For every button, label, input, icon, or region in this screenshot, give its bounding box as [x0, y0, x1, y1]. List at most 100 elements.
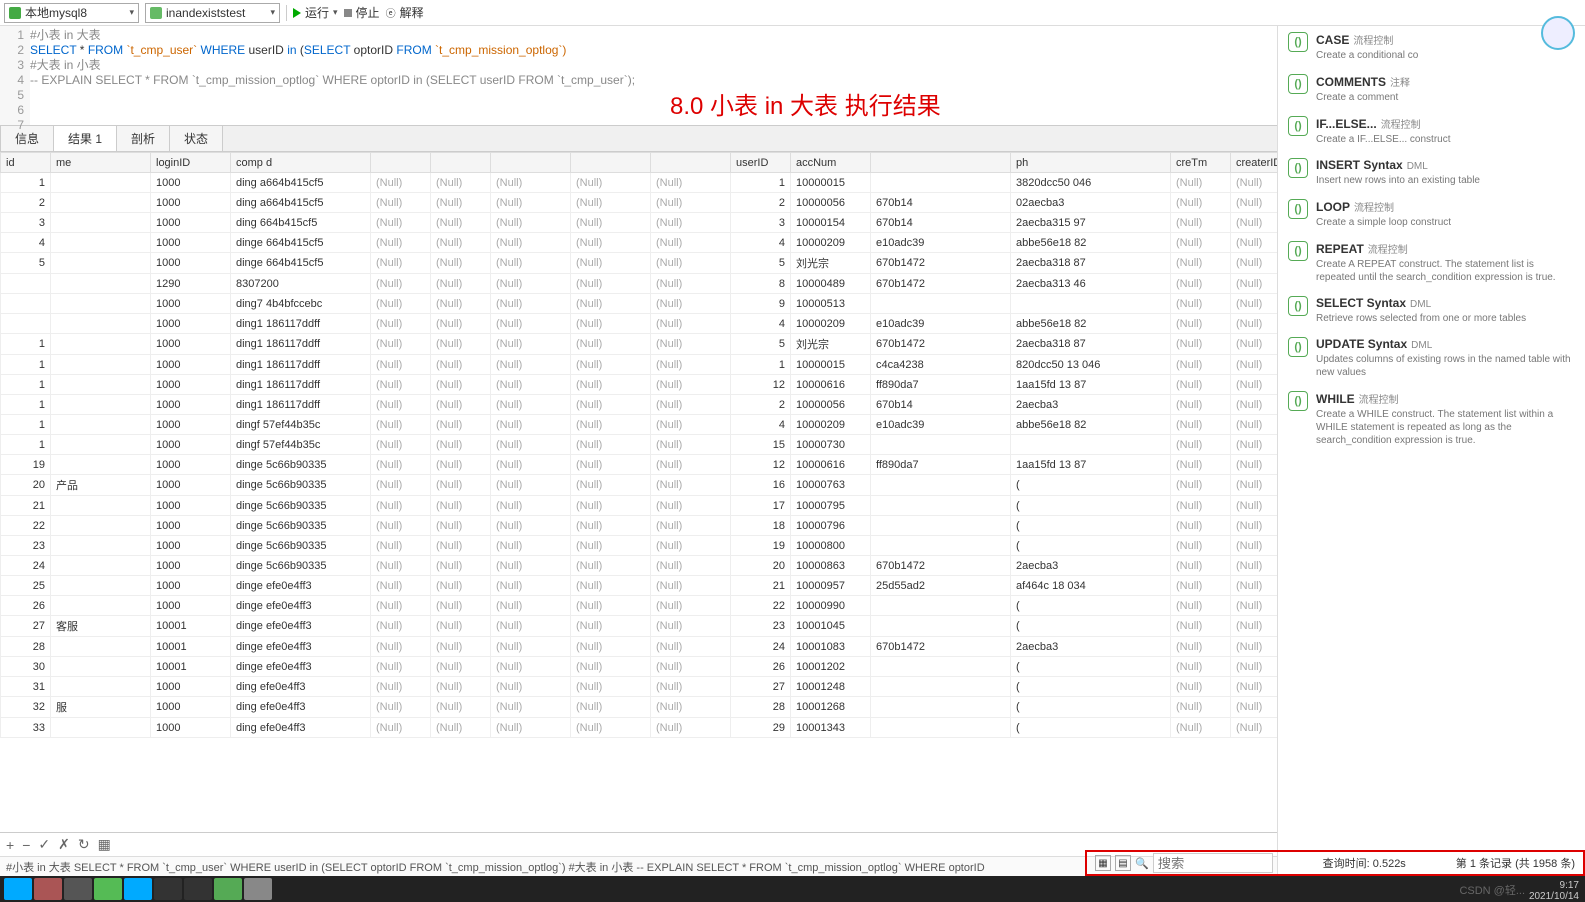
snippet-desc: Create a IF...ELSE... construct: [1316, 133, 1451, 146]
table-row[interactable]: 11000ding1 186117ddff (Null)(Null)(Null)…: [1, 334, 1278, 355]
tab-profile[interactable]: 剖析: [116, 125, 170, 151]
run-button[interactable]: 运行▾: [293, 4, 338, 21]
sql-editor[interactable]: 1234567 #小表 in 大表SELECT * FROM `t_cmp_us…: [0, 26, 1277, 126]
snippet-desc: Retrieve rows selected from one or more …: [1316, 312, 1526, 325]
code-icon: (): [1288, 296, 1308, 316]
table-row[interactable]: 2810001dinge efe0e4ff3 (Null)(Null)(Null…: [1, 637, 1278, 657]
snippet-item[interactable]: () WHILE流程控制 Create a WHILE construct. T…: [1288, 391, 1575, 447]
column-header[interactable]: ph: [1011, 153, 1171, 173]
start-button[interactable]: [4, 878, 32, 900]
search-input[interactable]: [1153, 853, 1273, 873]
server-icon: [9, 7, 21, 19]
snippet-item[interactable]: () COMMENTS注释 Create a comment: [1288, 74, 1575, 104]
snippet-item[interactable]: () UPDATE SyntaxDML Updates columns of e…: [1288, 337, 1575, 379]
table-row[interactable]: 11000dingf 57ef44b35c (Null)(Null)(Null)…: [1, 415, 1278, 435]
taskbar-app[interactable]: [244, 878, 272, 900]
add-row-button[interactable]: +: [6, 837, 14, 853]
snippet-desc: Create a conditional co: [1316, 49, 1418, 62]
table-row[interactable]: 1000ding7 4b4bfccebc (Null)(Null)(Null)(…: [1, 294, 1278, 314]
table-row[interactable]: 211000dinge 5c66b90335 (Null)(Null)(Null…: [1, 496, 1278, 516]
column-header[interactable]: [651, 153, 731, 173]
column-header[interactable]: [571, 153, 651, 173]
table-row[interactable]: 331000ding efe0e4ff3 (Null)(Null)(Null)(…: [1, 718, 1278, 738]
explain-button[interactable]: ⓔ解释: [386, 4, 424, 21]
snippet-item[interactable]: () SELECT SyntaxDML Retrieve rows select…: [1288, 296, 1575, 325]
apply-button[interactable]: ✓: [38, 836, 50, 853]
table-row[interactable]: 11000ding a664b415cf5 (Null)(Null)(Null)…: [1, 173, 1278, 193]
stop-button[interactable]: 停止: [344, 4, 380, 21]
table-row[interactable]: 20产品1000dinge 5c66b90335 (Null)(Null)(Nu…: [1, 475, 1278, 496]
line-gutter: 1234567: [0, 26, 30, 125]
search-icon: 🔍: [1135, 857, 1149, 870]
column-header[interactable]: creTm: [1171, 153, 1231, 173]
snippet-title: UPDATE Syntax: [1316, 337, 1407, 351]
delete-row-button[interactable]: −: [22, 837, 30, 853]
taskbar-app[interactable]: [94, 878, 122, 900]
snippet-item[interactable]: () CASE流程控制 Create a conditional co: [1288, 32, 1575, 62]
table-row[interactable]: 21000ding a664b415cf5 (Null)(Null)(Null)…: [1, 193, 1278, 213]
table-row[interactable]: 31000ding 664b415cf5 (Null)(Null)(Null)(…: [1, 213, 1278, 233]
column-header[interactable]: createrID: [1231, 153, 1278, 173]
table-row[interactable]: 51000dinge 664b415cf5 (Null)(Null)(Null)…: [1, 253, 1278, 274]
table-row[interactable]: 311000ding efe0e4ff3 (Null)(Null)(Null)(…: [1, 677, 1278, 697]
snippet-item[interactable]: () REPEAT流程控制 Create A REPEAT construct.…: [1288, 241, 1575, 284]
separator: [286, 5, 287, 21]
stop-icon: [344, 9, 352, 17]
form-view-icon[interactable]: ▤: [1115, 855, 1131, 871]
tab-status[interactable]: 状态: [169, 125, 223, 151]
taskbar[interactable]: CSDN @轻... 9:172021/10/14: [0, 876, 1585, 902]
table-row[interactable]: 1000ding1 186117ddff (Null)(Null)(Null)(…: [1, 314, 1278, 334]
taskbar-app[interactable]: [154, 878, 182, 900]
cancel-button[interactable]: ✗: [58, 836, 70, 853]
snippet-item[interactable]: () INSERT SyntaxDML Insert new rows into…: [1288, 158, 1575, 187]
taskbar-app[interactable]: [64, 878, 92, 900]
column-header[interactable]: [871, 153, 1011, 173]
grid-view-icon[interactable]: ▦: [1095, 855, 1111, 871]
column-header[interactable]: accNum: [791, 153, 871, 173]
avatar[interactable]: [1541, 16, 1575, 50]
table-row[interactable]: 241000dinge 5c66b90335 (Null)(Null)(Null…: [1, 556, 1278, 576]
column-header[interactable]: userID: [731, 153, 791, 173]
run-label: 运行: [305, 4, 329, 21]
table-row[interactable]: 41000dinge 664b415cf5 (Null)(Null)(Null)…: [1, 233, 1278, 253]
connection-select[interactable]: 本地mysql8 ▾: [4, 3, 139, 23]
snippet-title: IF...ELSE...: [1316, 117, 1377, 131]
taskbar-app[interactable]: [184, 878, 212, 900]
column-header[interactable]: id: [1, 153, 51, 173]
table-row[interactable]: 27客服10001dinge efe0e4ff3 (Null)(Null)(Nu…: [1, 616, 1278, 637]
connection-label: 本地mysql8: [25, 4, 87, 21]
table-row[interactable]: 191000dinge 5c66b90335 (Null)(Null)(Null…: [1, 455, 1278, 475]
snippet-item[interactable]: () IF...ELSE...流程控制 Create a IF...ELSE..…: [1288, 116, 1575, 146]
column-header[interactable]: loginID: [151, 153, 231, 173]
table-row[interactable]: 32服1000ding efe0e4ff3 (Null)(Null)(Null)…: [1, 697, 1278, 718]
query-time: 查询时间: 0.522s: [1323, 855, 1406, 871]
tab-result[interactable]: 结果 1: [53, 125, 117, 151]
table-row[interactable]: 221000dinge 5c66b90335 (Null)(Null)(Null…: [1, 516, 1278, 536]
table-row[interactable]: 11000ding1 186117ddff (Null)(Null)(Null)…: [1, 375, 1278, 395]
table-row[interactable]: 1290 8307200 (Null)(Null)(Null)(Null)(Nu…: [1, 274, 1278, 294]
grid-button[interactable]: ▦: [98, 836, 111, 853]
taskbar-app[interactable]: [214, 878, 242, 900]
table-row[interactable]: 11000ding1 186117ddff (Null)(Null)(Null)…: [1, 355, 1278, 375]
table-row[interactable]: 231000dinge 5c66b90335 (Null)(Null)(Null…: [1, 536, 1278, 556]
code-area[interactable]: #小表 in 大表SELECT * FROM `t_cmp_user` WHER…: [30, 26, 1277, 125]
database-select[interactable]: inandexiststest ▾: [145, 3, 280, 23]
table-row[interactable]: 11000ding1 186117ddff (Null)(Null)(Null)…: [1, 395, 1278, 415]
snippet-category: DML: [1411, 340, 1432, 351]
column-header[interactable]: me: [51, 153, 151, 173]
refresh-button[interactable]: ↻: [78, 836, 90, 853]
column-header[interactable]: [431, 153, 491, 173]
snippet-category: DML: [1407, 161, 1428, 172]
table-row[interactable]: 3010001dinge efe0e4ff3 (Null)(Null)(Null…: [1, 657, 1278, 677]
table-row[interactable]: 11000dingf 57ef44b35c (Null)(Null)(Null)…: [1, 435, 1278, 455]
table-row[interactable]: 261000dinge efe0e4ff3 (Null)(Null)(Null)…: [1, 596, 1278, 616]
column-header[interactable]: comp d: [231, 153, 371, 173]
table-row[interactable]: 251000dinge efe0e4ff3 (Null)(Null)(Null)…: [1, 576, 1278, 596]
snippet-title: LOOP: [1316, 200, 1350, 214]
result-grid[interactable]: id meloginIDcomp d userIDaccNum ph creTmcr…: [0, 152, 1277, 738]
taskbar-app[interactable]: [34, 878, 62, 900]
taskbar-app[interactable]: [124, 878, 152, 900]
column-header[interactable]: [371, 153, 431, 173]
snippet-item[interactable]: () LOOP流程控制 Create a simple loop constru…: [1288, 199, 1575, 229]
column-header[interactable]: [491, 153, 571, 173]
